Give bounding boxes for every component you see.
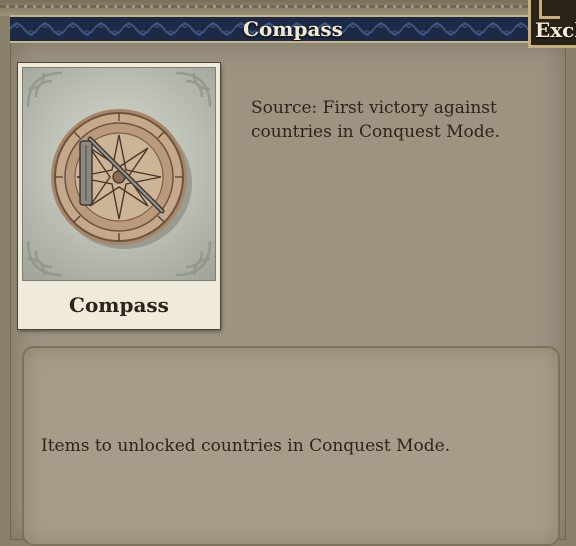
rope-ornament (0, 5, 576, 8)
exchange-tab-label: Excl (535, 18, 576, 42)
description-box: Items to unlocked countries in Conquest … (22, 346, 560, 546)
tab-corner-ornament (539, 0, 560, 19)
compass-icon (26, 71, 212, 277)
item-source-text: Source: First victory against countries … (251, 98, 501, 142)
item-name: Compass (69, 293, 169, 317)
title-bar: Compass (10, 15, 576, 43)
exchange-tab[interactable]: Excl (528, 0, 576, 48)
item-art (22, 67, 216, 281)
top-frame-strip (0, 0, 576, 16)
description-text: Items to unlocked countries in Conquest … (41, 436, 451, 456)
item-card[interactable]: Compass (18, 63, 220, 329)
page-title: Compass (243, 17, 343, 41)
